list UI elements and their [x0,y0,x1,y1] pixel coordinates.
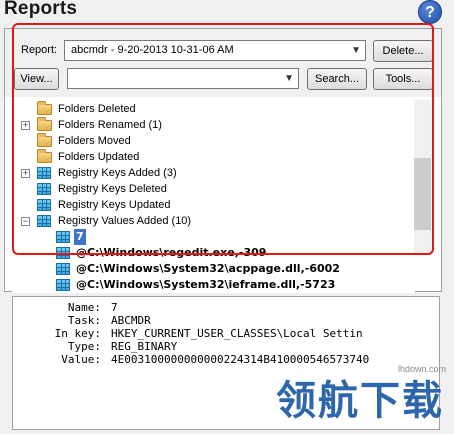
detail-key: In key: [54,327,101,340]
tree-item-label: Folders Updated [58,151,140,163]
watermark-site: lhdown.com [398,364,447,374]
tree-value-item[interactable]: @C:\Windows\regedit.exe,-309 [12,245,415,261]
search-input[interactable]: ▼ [67,68,299,89]
tree-item-folders-deleted[interactable]: Folders Deleted [12,101,415,117]
folder-icon [37,133,52,147]
report-select-value: abcmdr - 9-20-2013 10-31-06 AM [71,44,234,56]
registry-value-icon [56,279,70,291]
registry-value-icon [56,247,70,259]
registry-icon [37,199,51,211]
report-tree[interactable]: Folders Deleted + Folders Renamed (1) Fo… [12,99,415,293]
registry-icon [37,215,51,227]
tree-item-label: Registry Keys Updated [58,199,171,211]
tree-value-item-selected[interactable]: 7 [12,229,415,245]
report-select[interactable]: abcmdr - 9-20-2013 10-31-06 AM ▼ [64,40,366,61]
detail-key: Task: [67,314,101,327]
tree-item-label: Folders Renamed (1) [58,119,162,131]
detail-value: ABCMDR [111,314,151,327]
tools-button[interactable]: Tools... [373,68,433,90]
tree-scrollbar-thumb[interactable] [414,158,431,230]
expand-plus-icon[interactable]: + [21,121,30,130]
tree-item-folders-renamed[interactable]: + Folders Renamed (1) [12,117,415,133]
tree-item-label: @C:\Windows\regedit.exe,-309 [76,246,267,259]
registry-icon [37,167,51,179]
detail-value: 7 [111,301,118,314]
tree-item-label: Registry Keys Added (3) [58,167,177,179]
tree-item-label: 7 [74,229,86,245]
detail-key: Value: [61,353,101,366]
tree-item-folders-updated[interactable]: Folders Updated [12,149,415,165]
tree-item-folders-moved[interactable]: Folders Moved [12,133,415,149]
expand-plus-icon[interactable]: + [21,169,30,178]
tree-item-label: Folders Deleted [58,103,136,115]
tree-item-label: Registry Keys Deleted [58,183,167,195]
tree-item-registry-keys-deleted[interactable]: Registry Keys Deleted [12,181,415,197]
registry-value-icon [56,263,70,275]
view-button[interactable]: View... [14,68,59,90]
folder-icon [37,117,52,131]
search-button[interactable]: Search... [307,68,367,90]
window-title: Reports [4,0,78,19]
detail-value: 4E003100000000000224314B410000546573740 [111,353,370,366]
tree-item-label: Registry Values Added (10) [58,215,192,227]
chevron-down-icon[interactable]: ▼ [351,41,361,60]
watermark-logo: 领航下载 [276,378,444,424]
tree-item-label: @C:\Windows\System32\acppage.dll,-6002 [76,262,340,275]
tree-item-registry-values-added[interactable]: − Registry Values Added (10) [12,213,415,229]
folder-icon [37,149,52,163]
detail-value: REG_BINARY [111,340,178,353]
detail-key: Type: [67,340,101,353]
tree-item-registry-keys-updated[interactable]: Registry Keys Updated [12,197,415,213]
chevron-down-icon[interactable]: ▼ [284,69,294,88]
help-icon[interactable]: ? [418,0,442,24]
detail-value: HKEY_CURRENT_USER_CLASSES\Local Settin [111,327,363,340]
registry-icon [37,183,51,195]
delete-button[interactable]: Delete... [373,40,433,62]
collapse-minus-icon[interactable]: − [21,217,30,226]
registry-value-icon [56,231,70,243]
detail-key: Name: [67,301,101,314]
tree-item-label: Folders Moved [58,135,131,147]
report-label: Report: [21,44,58,56]
folder-icon [37,101,52,115]
tree-value-item[interactable]: @C:\Windows\System32\acppage.dll,-6002 [12,261,415,277]
tree-value-item[interactable]: @C:\Windows\System32\ieframe.dll,-5723 [12,277,415,293]
tree-item-registry-keys-added[interactable]: + Registry Keys Added (3) [12,165,415,181]
tree-item-label: @C:\Windows\System32\ieframe.dll,-5723 [76,278,336,291]
